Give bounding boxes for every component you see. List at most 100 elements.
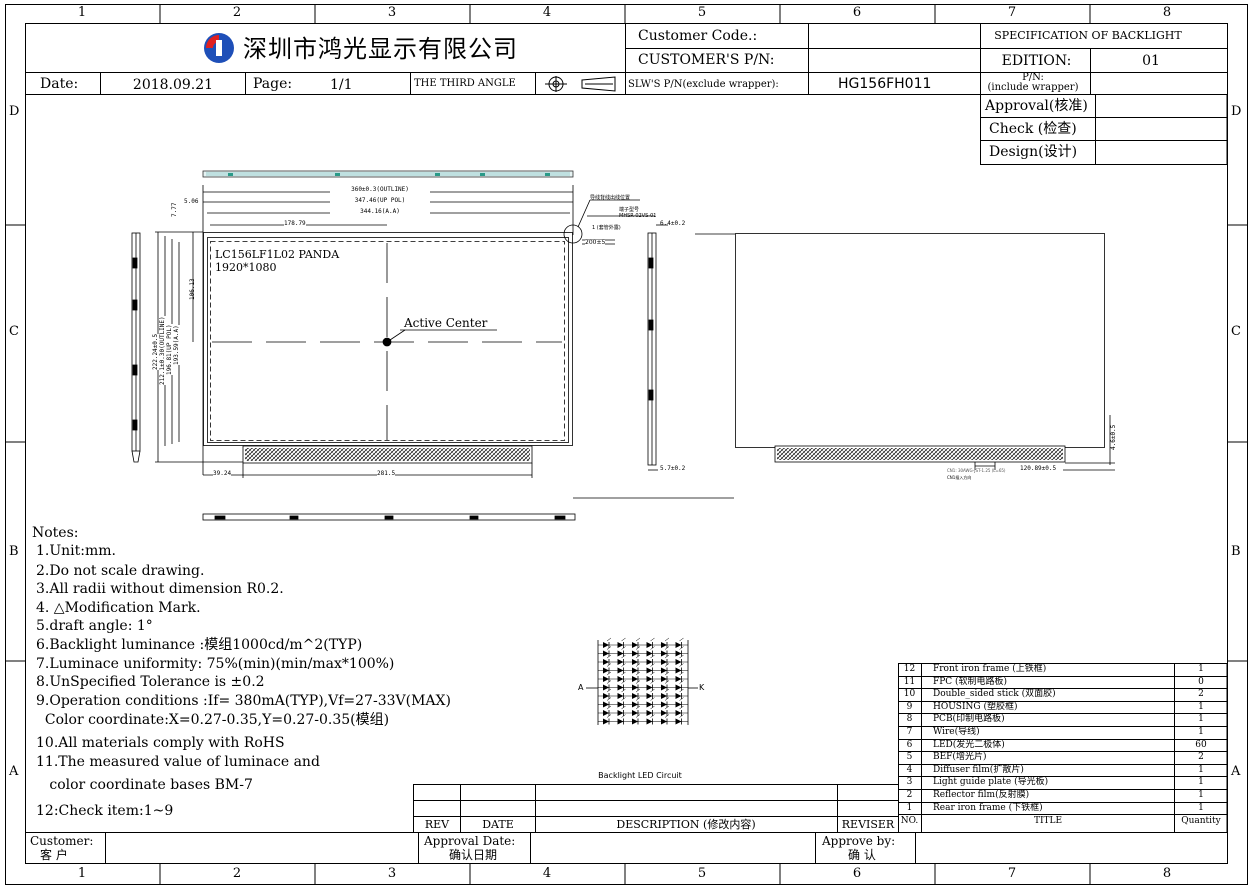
reviser-header: REVISER — [841, 818, 895, 831]
company-logo-icon — [204, 33, 234, 63]
led-diode-icon — [661, 701, 667, 708]
led-circuit-diagram — [586, 637, 698, 725]
bom-row-title: Rear iron frame (下铁框) — [933, 802, 1043, 813]
led-diode-icon — [617, 650, 624, 657]
ruler-col-6: 6 — [852, 5, 862, 20]
led-diode-icon — [603, 693, 609, 699]
bom-row-qty: 1 — [1198, 790, 1204, 800]
anode-label: A — [578, 683, 584, 692]
led-diode-icon — [661, 710, 667, 716]
led-diode-icon — [646, 701, 653, 708]
led-diode-icon — [675, 718, 682, 725]
dim-5-06: 5.06 — [184, 198, 199, 205]
ruler-row-b-right: B — [1231, 544, 1241, 559]
led-diode-icon — [632, 718, 638, 725]
ruler-col-5: 5 — [697, 5, 707, 20]
led-diode-icon — [603, 676, 609, 682]
led-diode-icon — [675, 693, 682, 699]
led-diode-icon — [675, 659, 682, 665]
bom-title-header: TITLE — [1033, 816, 1063, 826]
footer-approve-by-label: Approve by: — [822, 834, 896, 848]
note-item: 7.Luminace uniformity: 75%(min)(min/max*… — [36, 656, 395, 672]
bom-row-qty: 1 — [1198, 777, 1204, 788]
led-diode-icon — [661, 650, 667, 657]
company-name: 深圳市鸿光显示有限公司 — [243, 35, 518, 63]
led-diode-icon — [646, 718, 653, 725]
panel-model: LC156LF1L02 PANDA — [215, 248, 340, 261]
led-light-arrow — [650, 637, 655, 642]
ruler-col-1-bottom: 1 — [77, 866, 87, 881]
led-diode-icon — [632, 676, 638, 682]
bom-row-qty: 1 — [1198, 802, 1204, 813]
footer-customer-label: Customer: — [30, 834, 94, 848]
edition-value: 01 — [1142, 53, 1160, 69]
page-value: 1/1 — [330, 77, 353, 93]
led-circuit-title: Backlight LED Circuit — [598, 771, 682, 780]
ruler-col-8: 8 — [1162, 5, 1172, 20]
bom-row-qty: 1 — [1198, 664, 1204, 674]
note-item: 10.All materials comply with RoHS — [36, 735, 285, 751]
ruler-row-c-right: C — [1231, 324, 1241, 339]
dim-281-5: 281.5 — [377, 470, 396, 477]
dim-pol-width: 347.46(UP POL) — [330, 198, 430, 204]
led-diode-icon — [661, 718, 667, 725]
footer-approval-date-cn: 确认日期 — [449, 848, 498, 862]
connector-wire-note: CN1: 30AWG-JST-1.25 (L=65) — [947, 468, 1006, 473]
customer-code-label: Customer Code.: — [638, 28, 758, 44]
led-diode-icon — [617, 642, 624, 648]
bom-row-qty: 1 — [1198, 727, 1204, 737]
slw-pn-label: SLW'S P/N(exclude wrapper): — [628, 79, 779, 90]
ruler-row-a: A — [9, 764, 19, 779]
led-diode-icon — [603, 642, 609, 648]
notes-title: Notes: — [32, 525, 79, 541]
note-item: 6.Backlight luminance :模组1000cd/m^2(TYP) — [36, 637, 363, 653]
dim-aa-width: 344.16(A.A) — [330, 209, 430, 215]
design-label: Design(设计) — [989, 144, 1078, 160]
bom-row-title: FPC (软制电路板) — [933, 676, 1008, 687]
led-diode-icon — [661, 667, 667, 674]
bom-row-qty: 1 — [1198, 714, 1204, 725]
rear-view-drawing — [695, 233, 1115, 471]
led-diode-icon — [632, 642, 638, 648]
note-item: 12:Check item:1~9 — [36, 803, 174, 819]
footer-approve-by-cn: 确 认 — [848, 848, 876, 862]
description-header: DESCRIPTION (修改内容) — [616, 818, 756, 831]
led-light-arrow — [679, 637, 684, 642]
bom-row-title: PCB(印制电路板) — [933, 714, 1005, 725]
bom-row-title: HOUSING (塑胶框) — [933, 701, 1018, 712]
projection-label: THE THIRD ANGLE — [414, 78, 516, 89]
dim-outline-width: 360±0.3(OUTLINE) — [330, 187, 430, 193]
bom-row-title: Double_sided stick (双面胶) — [933, 689, 1056, 700]
led-diode-icon — [632, 693, 638, 699]
bom-row-no: 6 — [906, 739, 913, 750]
edition-label: EDITION: — [1001, 53, 1072, 69]
note-item: Color coordinate:X=0.27-0.35,Y=0.27-0.35… — [36, 712, 390, 728]
led-diode-icon — [646, 710, 653, 716]
ruler-col-8-bottom: 8 — [1162, 866, 1172, 881]
note-item: 1.Unit:mm. — [36, 543, 116, 559]
bom-qty-header: Quantity — [1181, 816, 1221, 826]
customer-pn-label: CUSTOMER'S P/N: — [638, 52, 775, 68]
approval-label: Approval(核准) — [985, 98, 1088, 114]
led-diode-icon — [617, 693, 624, 699]
bom-row-no: 8 — [906, 714, 913, 725]
bom-row-no: 7 — [906, 727, 913, 737]
led-diode-icon — [646, 659, 653, 665]
ruler-col-4-bottom: 4 — [542, 866, 552, 881]
ruler-col-5-bottom: 5 — [697, 866, 707, 881]
footer-customer-cn: 客 户 — [40, 848, 68, 862]
led-light-arrow — [635, 637, 641, 642]
led-diode-icon — [646, 650, 653, 657]
ruler-row-b: B — [9, 544, 19, 559]
note-item: 5.draft angle: 1° — [36, 618, 153, 634]
connector-direction-note: CN1插入方向 — [947, 475, 972, 480]
ruler-col-7-bottom: 7 — [1007, 866, 1017, 881]
note-item: color coordinate bases BM-7 — [36, 777, 253, 793]
ruler-col-4: 4 — [542, 5, 552, 20]
led-diode-icon — [632, 650, 638, 657]
ruler-col-7: 7 — [1007, 5, 1017, 20]
panel-resolution: 1920*1080 — [215, 261, 277, 274]
front-view-drawing — [131, 170, 734, 521]
dim-39-24: 39.24 — [213, 470, 232, 477]
bom-row-no: 9 — [906, 701, 913, 712]
